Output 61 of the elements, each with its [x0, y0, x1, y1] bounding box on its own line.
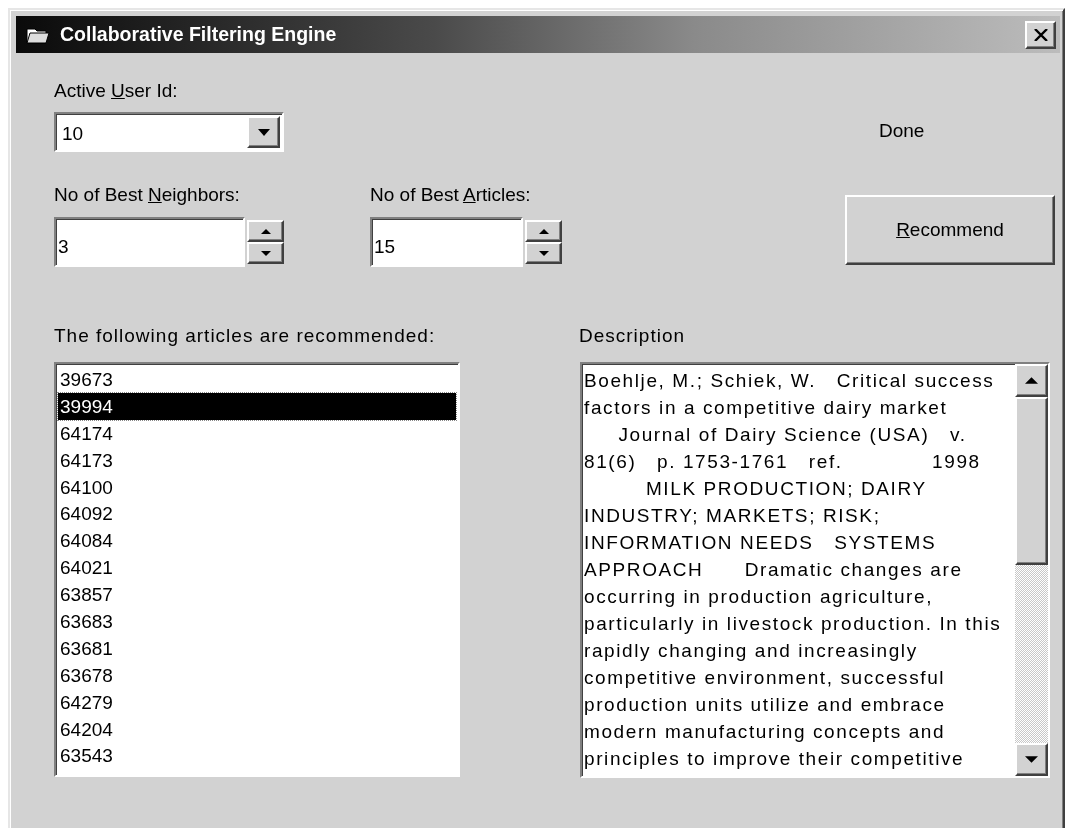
list-item[interactable]: 64092 — [58, 500, 456, 528]
list-item[interactable]: 64204 — [58, 715, 456, 743]
scroll-thumb[interactable] — [1015, 397, 1048, 565]
list-item[interactable]: 64084 — [58, 527, 456, 555]
field-label: No of Best Articles: — [370, 184, 532, 206]
description-line: rapidly changing and increasingly — [584, 639, 919, 663]
window-title: Collaborative Filtering Engine — [60, 23, 338, 46]
description-line: competitive environment, successful — [584, 666, 947, 690]
list-item[interactable]: 63683 — [58, 608, 456, 635]
description-line: APPROACH Dramatic changes are — [584, 558, 964, 582]
description-line: occurring in production agriculture, — [584, 585, 935, 609]
description-line: Journal of Dairy Science (USA) v. — [617, 423, 968, 447]
description-line: production units utilize and embrace — [584, 693, 947, 717]
number-field[interactable]: 3 — [54, 217, 245, 267]
spin-up-button[interactable] — [247, 220, 284, 242]
list-item[interactable]: 63678 — [58, 661, 456, 689]
description-line: 81(6) p. 1753-1761 ref. 1998 — [584, 450, 982, 474]
scrollbar[interactable] — [1015, 364, 1048, 776]
description-line: factors in a competitive dairy market — [584, 396, 949, 420]
list-item[interactable]: 64173 — [58, 446, 456, 474]
user-id-dropdown[interactable]: 10 — [54, 112, 284, 152]
list-item[interactable]: 64174 — [58, 419, 456, 447]
scroll-down-button[interactable] — [1015, 743, 1048, 776]
field-label: No of Best Neighbors: — [54, 184, 241, 206]
down-arrow-icon — [257, 128, 270, 136]
description-box[interactable] — [580, 362, 1050, 778]
up-arrow-icon — [1025, 377, 1038, 384]
description-line: modern manufacturing concepts and — [584, 720, 947, 744]
list-item[interactable]: 64100 — [58, 473, 456, 501]
list-item[interactable]: 39994 — [58, 392, 456, 420]
down-arrow-icon — [538, 250, 549, 256]
list-item[interactable]: 64021 — [58, 554, 456, 582]
close-icon — [1033, 28, 1048, 41]
list-item[interactable]: 63681 — [58, 634, 456, 662]
description-line: INDUSTRY; MARKETS; RISK; — [584, 504, 882, 528]
close-button[interactable] — [1025, 20, 1056, 49]
spin-up-button[interactable] — [525, 220, 562, 242]
up-arrow-icon — [538, 228, 549, 234]
description-line: MILK PRODUCTION; DAIRY — [644, 477, 928, 501]
list-item[interactable]: 64279 — [58, 688, 456, 716]
spin-down-button[interactable] — [247, 242, 284, 264]
dropdown-button[interactable] — [247, 116, 280, 148]
field-label: Active User Id: — [54, 80, 179, 102]
scroll-up-button[interactable] — [1015, 364, 1048, 397]
article-list[interactable]: 39673 39994 64174 64173 64100 64092 64084 64021 63857 63683 63681 63678 64279 64204 63543 — [54, 362, 460, 777]
description-line: Boehlje, M.; Schiek, W. Critical success — [584, 369, 996, 393]
description-line: INFORMATION NEEDS SYSTEMS — [584, 531, 938, 555]
list-item[interactable]: 63857 — [58, 581, 456, 608]
recommend-button[interactable]: Recommend — [845, 195, 1055, 265]
down-arrow-icon — [260, 250, 271, 256]
number-field[interactable]: 15 — [370, 217, 523, 267]
description-line: particularly in livestock production. In this — [584, 612, 1003, 636]
list-label: The following articles are recommended: — [54, 325, 437, 347]
up-arrow-icon — [260, 228, 271, 234]
list-item[interactable]: 39673 — [58, 366, 456, 393]
list-item[interactable]: 63543 — [58, 742, 456, 770]
description-line: principles to improve their competitive — [584, 747, 966, 771]
description-label: Description — [579, 325, 686, 347]
status-text: Done — [879, 120, 925, 142]
down-arrow-icon — [1025, 756, 1038, 763]
spin-down-button[interactable] — [525, 242, 562, 264]
